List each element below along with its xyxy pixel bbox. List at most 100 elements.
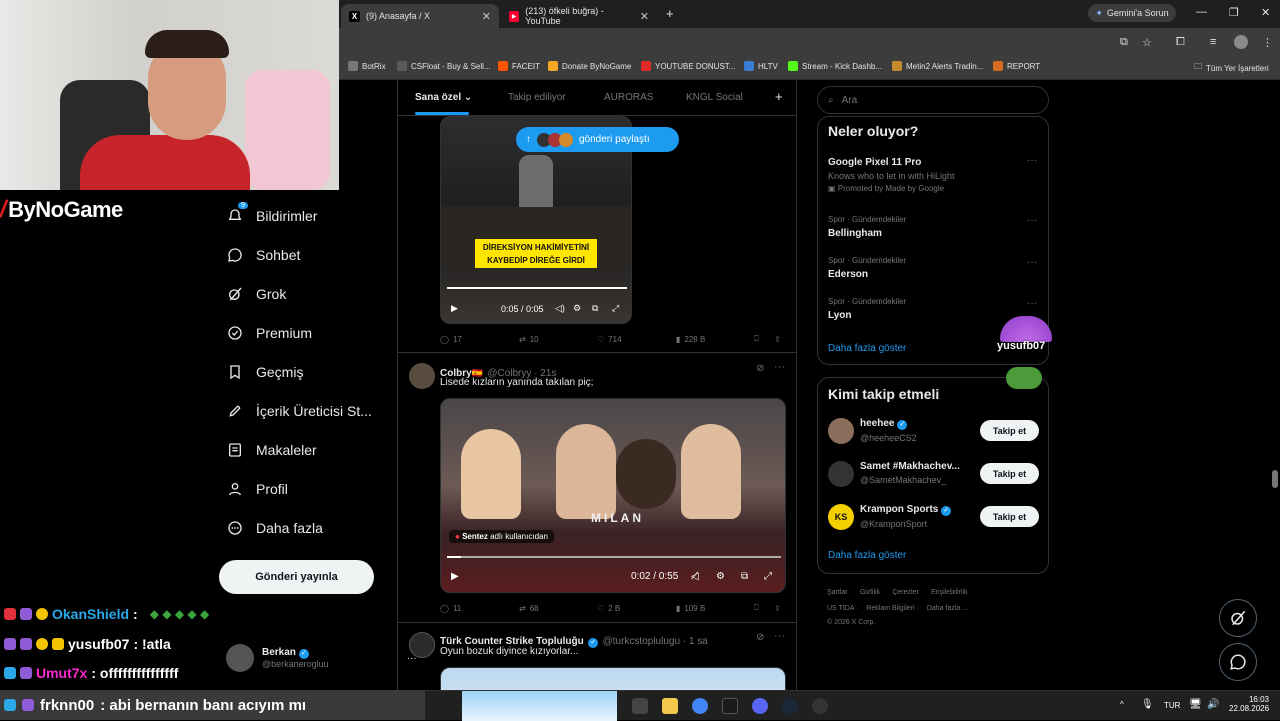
suggestion-item[interactable]: Krampon Sports ✓ @KramponSport xyxy=(860,504,952,529)
speaker-icon[interactable]: 🔊 xyxy=(1207,699,1219,710)
bookmark-item[interactable]: CSFloat - Buy & Sell... xyxy=(397,61,491,71)
suggestion-item[interactable]: heehee ✓ @heeheeCS2 xyxy=(860,418,917,443)
grok-fab[interactable] xyxy=(1219,599,1257,637)
source-tag[interactable]: ● Sentez adlı kullanıcıdan xyxy=(449,530,554,543)
more-icon[interactable]: ··· xyxy=(1027,215,1037,226)
grok-icon[interactable]: ⊘ xyxy=(756,363,764,374)
gemini-button[interactable]: ✦ Gemini'a Sorun xyxy=(1088,4,1176,22)
all-bookmarks[interactable]: 🗀 Tüm Yer İşaretleri xyxy=(1194,61,1269,75)
bookmark-button[interactable]: ⎕ xyxy=(754,334,759,344)
tray-chevron-icon[interactable]: ^ xyxy=(1120,700,1124,709)
avatar[interactable] xyxy=(409,363,435,389)
follow-button[interactable]: Takip et xyxy=(980,420,1039,441)
media-icon[interactable]: ≡ xyxy=(1210,36,1216,48)
steam-icon[interactable] xyxy=(782,698,798,714)
clock[interactable]: 16:03 22.08.2026 xyxy=(1229,695,1269,713)
like-button[interactable]: ♡ 714 xyxy=(597,335,622,344)
timeline[interactable]: Sana özel ⌄ Takip ediliyor AURORAS KNGL … xyxy=(397,80,797,720)
sidebar-item-premium[interactable]: Premium xyxy=(226,324,312,342)
tab-kngl-social[interactable]: KNGL Social xyxy=(686,92,743,103)
follow-button[interactable]: Takip et xyxy=(980,463,1039,484)
mute-icon[interactable]: ◁̸ xyxy=(691,571,699,582)
browser-tab-x[interactable]: X (9) Anasayfa / X ✕ xyxy=(341,4,499,28)
bookmark-item[interactable]: REPORT xyxy=(993,61,1040,71)
grok-icon[interactable]: ⊘ xyxy=(756,632,764,643)
account-switcher[interactable]: Berkan ✓ @berkanerogluu ··· xyxy=(226,644,417,672)
repost-button[interactable]: ⇄ 68 xyxy=(519,604,539,613)
footer-link[interactable]: Şartlar xyxy=(827,589,848,596)
footer-link[interactable]: Gizlilik xyxy=(860,589,880,596)
more-icon[interactable]: ··· xyxy=(774,630,785,642)
file-explorer-icon[interactable] xyxy=(662,698,678,714)
new-tab-icon[interactable]: + xyxy=(666,6,674,21)
search-input[interactable]: Ara xyxy=(842,95,858,106)
settings-icon[interactable]: ⚙ xyxy=(573,303,581,314)
obs-icon[interactable] xyxy=(812,698,828,714)
play-icon[interactable]: ▶ xyxy=(451,303,458,314)
like-button[interactable]: ♡ 2 B xyxy=(597,604,620,613)
trend-item[interactable]: Spor · Gündemdekiler Lyon xyxy=(828,297,906,321)
tab-following[interactable]: Takip ediliyor xyxy=(508,92,566,103)
sidebar-item-history[interactable]: Geçmiş xyxy=(226,363,303,381)
bookmark-item[interactable]: YOUTUBE DONUST... xyxy=(641,61,735,71)
add-tab-icon[interactable]: + xyxy=(775,89,783,104)
app-icon[interactable] xyxy=(722,698,738,714)
close-icon[interactable]: ✕ xyxy=(640,10,649,23)
sidebar-item-grok[interactable]: Grok xyxy=(226,285,286,303)
views-button[interactable]: ▮ 228 B xyxy=(676,335,705,344)
messages-fab[interactable] xyxy=(1219,643,1257,681)
sidebar-item-articles[interactable]: Makaleler xyxy=(226,441,317,459)
pip-icon[interactable]: ⧉ xyxy=(741,571,748,582)
extensions-icon[interactable]: ⧠ xyxy=(1176,36,1185,49)
star-icon[interactable]: ☆ xyxy=(1142,36,1152,49)
post-video[interactable]: MILAN ● Sentez adlı kullanıcıdan ▶ 0:02 … xyxy=(440,398,786,593)
video-progress[interactable] xyxy=(447,556,781,558)
footer-link[interactable]: Erişilebilirlik xyxy=(931,589,968,596)
close-icon[interactable]: ✕ xyxy=(482,10,491,23)
krampon-logo-icon[interactable]: KS xyxy=(828,504,854,530)
microphone-icon[interactable]: 🎙 xyxy=(1141,699,1154,710)
bookmark-item[interactable]: BotRix xyxy=(348,61,386,71)
settings-icon[interactable]: ⚙ xyxy=(716,571,725,582)
video-progress[interactable] xyxy=(447,287,627,289)
chrome-icon[interactable] xyxy=(692,698,708,714)
sidebar-item-chat[interactable]: Sohbet xyxy=(226,246,300,264)
post-button[interactable]: Gönderi yayınla xyxy=(219,560,374,594)
suggestion-item[interactable]: Samet #Makhachev... @SametMakhachev_ xyxy=(860,461,960,485)
network-icon[interactable]: 🖥 xyxy=(1189,699,1202,710)
browser-tab-youtube[interactable]: ▶ (213) öfkeli buğra) - YouTube ✕ xyxy=(501,4,657,28)
more-icon[interactable]: ··· xyxy=(1027,257,1037,268)
more-icon[interactable]: ··· xyxy=(1027,155,1037,166)
task-view-icon[interactable] xyxy=(632,698,648,714)
play-icon[interactable]: ▶ xyxy=(451,571,459,582)
footer-link[interactable]: US TIDA xyxy=(827,605,854,612)
avatar[interactable] xyxy=(828,418,854,444)
tab-auroras[interactable]: AURORAS xyxy=(604,92,653,103)
search-bar[interactable]: ⌕ Ara xyxy=(817,86,1049,114)
share-button[interactable]: ⇪ xyxy=(774,335,781,344)
more-icon[interactable]: ··· xyxy=(1027,298,1037,309)
cast-icon[interactable]: ⧉ xyxy=(1120,36,1128,49)
avatar[interactable] xyxy=(409,632,435,658)
views-button[interactable]: ▮ 109 B xyxy=(676,604,705,613)
restore-icon[interactable]: ❐ xyxy=(1229,6,1239,19)
more-icon[interactable]: ··· xyxy=(774,361,785,373)
window-close-icon[interactable]: ✕ xyxy=(1261,6,1270,19)
pip-icon[interactable]: ⧉ xyxy=(592,303,598,314)
fullscreen-icon[interactable]: ⤢ xyxy=(764,571,772,582)
volume-icon[interactable]: ◁) xyxy=(555,303,565,314)
menu-icon[interactable]: ⋮ xyxy=(1262,36,1273,49)
follow-button[interactable]: Takip et xyxy=(980,506,1039,527)
scrollbar-thumb[interactable] xyxy=(1272,470,1278,488)
trend-item[interactable]: Spor · Gündemdekiler Ederson xyxy=(828,256,906,280)
profile-avatar[interactable] xyxy=(1234,35,1248,49)
reply-button[interactable]: ◯ 11 xyxy=(440,604,461,613)
footer-link[interactable]: Reklam Bilgileri xyxy=(866,605,914,612)
repost-button[interactable]: ⇄ 10 xyxy=(519,335,539,344)
footer-link[interactable]: Çerezler xyxy=(892,589,918,596)
tab-for-you[interactable]: Sana özel ⌄ xyxy=(415,92,472,103)
bookmark-item[interactable]: Stream - Kick Dashb... xyxy=(788,61,882,71)
sidebar-item-notifications[interactable]: 9 Bildirimler xyxy=(226,202,317,225)
sidebar-item-profile[interactable]: Profil xyxy=(226,480,288,498)
show-more-link[interactable]: Daha fazla göster xyxy=(828,343,906,354)
